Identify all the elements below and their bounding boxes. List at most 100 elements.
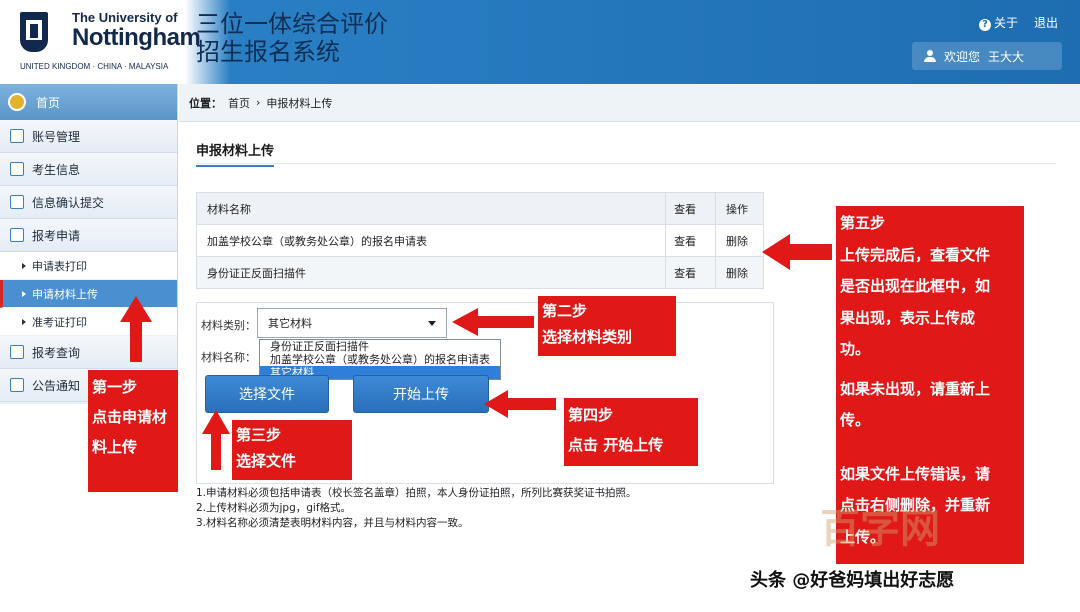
annotation-line: 第三步	[236, 426, 282, 444]
about-label: 关于	[993, 16, 1018, 30]
sidebar-item-label: 考生信息	[32, 162, 81, 177]
annotation-step2: 第二步 选择材料类别	[538, 296, 676, 356]
annotation-line: 点击申请材	[92, 408, 168, 426]
column-header-name: 材料名称	[195, 192, 667, 225]
sidebar-item-account[interactable]: 账号管理	[0, 120, 177, 153]
annotation-line: 选择材料类别	[542, 328, 633, 346]
table-row: 身份证正反面扫描件 查看 删除	[195, 256, 764, 289]
material-type-dropdown: 身份证正反面扫描件 加盖学校公章（或教务处公章）的报名申请表 其它材料	[259, 339, 501, 380]
annotation-line: 如果未出现，请重新上	[840, 379, 991, 398]
annotation-line: 料上传	[92, 438, 138, 456]
upload-notes: 1.申请材料必须包括申请表（校长签名盖章）拍照，本人身份证拍照，所列比赛获奖证书…	[196, 486, 637, 531]
materials-table: 材料名称 查看 操作 加盖学校公章（或教务处公章）的报名申请表 查看 删除 身份…	[195, 192, 764, 289]
column-header-operation: 操作	[715, 192, 764, 225]
breadcrumb-current: 申报材料上传	[266, 96, 333, 110]
arrow-up-icon	[202, 410, 230, 470]
logo-line3: UNITED KINGDOM · CHINA · MALAYSIA	[20, 62, 169, 71]
note-line: 2.上传材料必须为jpg，gif格式。	[196, 502, 352, 514]
annotation-spacer	[840, 437, 1020, 459]
sidebar-subitem-label: 申请材料上传	[32, 287, 98, 301]
divider	[196, 163, 1056, 164]
breadcrumb-label: 位置：	[189, 96, 222, 110]
arrow-left-icon	[762, 234, 832, 270]
system-title-line1: 三位一体综合评价	[196, 10, 388, 38]
delete-link[interactable]: 删除	[715, 256, 764, 289]
sidebar-item-label: 公告通知	[32, 378, 81, 393]
dropdown-option[interactable]: 加盖学校公章（或教务处公章）的报名申请表	[260, 353, 500, 366]
annotation-spacer	[840, 366, 1020, 374]
logo-line1: The University of	[72, 10, 178, 25]
watermark-text: 头条 @好爸妈填出好志愿	[750, 570, 955, 591]
material-type-select[interactable]: 其它材料	[257, 308, 447, 338]
caret-down-icon	[428, 321, 436, 326]
system-title: 三位一体综合评价 招生报名系统	[196, 10, 388, 66]
annotation-step3: 第三步 选择文件	[232, 420, 352, 480]
triangle-right-icon	[22, 262, 26, 269]
annotation-line: 第一步	[92, 378, 138, 396]
annotation-step1: 第一步 点击申请材 料上传	[88, 370, 178, 492]
calendar-icon	[10, 345, 24, 359]
annotation-line: 上传完成后，查看文件	[840, 245, 991, 264]
annotation-line: 第五步	[840, 214, 886, 232]
view-link[interactable]: 查看	[665, 256, 717, 289]
table-row: 加盖学校公章（或教务处公章）的报名申请表 查看 删除	[195, 224, 764, 257]
sidebar-item-home[interactable]: 首页	[0, 84, 177, 120]
start-upload-button[interactable]: 开始上传	[353, 375, 489, 413]
annotation-line: 是否出现在此框中，如	[840, 277, 991, 295]
top-links: ? 关于 退出	[978, 14, 1058, 31]
triangle-right-icon	[22, 290, 26, 297]
home-icon	[8, 93, 26, 111]
sidebar-item-label: 账号管理	[32, 129, 81, 144]
system-title-line2: 招生报名系统	[196, 38, 340, 66]
arrow-left-icon	[484, 390, 556, 418]
annotation-line: 功。	[840, 340, 871, 358]
watermark-logo: 百字网	[820, 506, 940, 552]
sidebar-subitem-label: 准考证打印	[32, 315, 87, 329]
app-header: The University of Nottingham UNITED KING…	[0, 0, 1080, 84]
about-link[interactable]: ? 关于	[978, 14, 1018, 31]
sidebar-item-application[interactable]: 报考申请	[0, 219, 177, 252]
logo-line2: Nottingham	[72, 24, 201, 51]
annotation-line: 传。	[840, 411, 871, 429]
annotation-line: 第四步	[568, 406, 614, 424]
delete-link[interactable]: 删除	[715, 224, 764, 257]
help-icon: ?	[978, 19, 991, 31]
view-link[interactable]: 查看	[665, 224, 717, 257]
logout-link[interactable]: 退出	[1034, 14, 1058, 31]
sidebar-item-candidate-info[interactable]: 考生信息	[0, 153, 177, 186]
sidebar-item-confirm-submit[interactable]: 信息确认提交	[0, 186, 177, 219]
material-name-label: 材料名称：	[201, 351, 256, 364]
sidebar-item-label: 信息确认提交	[32, 195, 105, 210]
arrow-left-icon	[452, 308, 534, 336]
annotation-line: 点击 开始上传	[568, 436, 664, 454]
notice-icon	[10, 378, 24, 392]
material-type-label: 材料类别：	[201, 319, 256, 332]
username: 王大大	[988, 49, 1025, 64]
material-name: 加盖学校公章（或教务处公章）的报名申请表	[195, 224, 667, 257]
account-icon	[10, 129, 24, 143]
annotation-step4: 第四步 点击 开始上传	[564, 398, 698, 466]
breadcrumb-home[interactable]: 首页	[228, 95, 250, 111]
calendar-icon	[10, 228, 24, 242]
sidebar-item-label: 报考查询	[32, 345, 81, 360]
breadcrumb-separator-icon: ›	[256, 96, 261, 109]
crest-icon	[20, 12, 48, 52]
dropdown-option[interactable]: 身份证正反面扫描件	[260, 340, 500, 353]
chat-icon	[10, 162, 24, 176]
annotation-line: 果出现，表示上传成	[840, 308, 976, 327]
material-name: 身份证正反面扫描件	[195, 256, 667, 289]
choose-file-button[interactable]: 选择文件	[205, 375, 329, 413]
note-line: 3.材料名称必须清楚表明材料内容，并且与材料内容一致。	[196, 517, 469, 529]
breadcrumb: 位置： 首页 › 申报材料上传	[179, 84, 1080, 122]
triangle-right-icon	[22, 318, 26, 325]
annotation-line: 如果文件上传错误，请	[840, 464, 991, 483]
sidebar-subitem-print-form[interactable]: 申请表打印	[0, 252, 177, 280]
column-header-view: 查看	[665, 192, 717, 225]
table-header-row: 材料名称 查看 操作	[195, 192, 764, 225]
sidebar-item-label: 报考申请	[32, 228, 81, 243]
welcome-text: 欢迎您	[944, 49, 981, 64]
note-line: 1.申请材料必须包括申请表（校长签名盖章）拍照，本人身份证拍照，所列比赛获奖证书…	[196, 487, 637, 499]
user-icon	[924, 50, 936, 62]
sidebar-item-label: 首页	[36, 95, 61, 110]
university-logo[interactable]: The University of Nottingham UNITED KING…	[14, 6, 201, 76]
